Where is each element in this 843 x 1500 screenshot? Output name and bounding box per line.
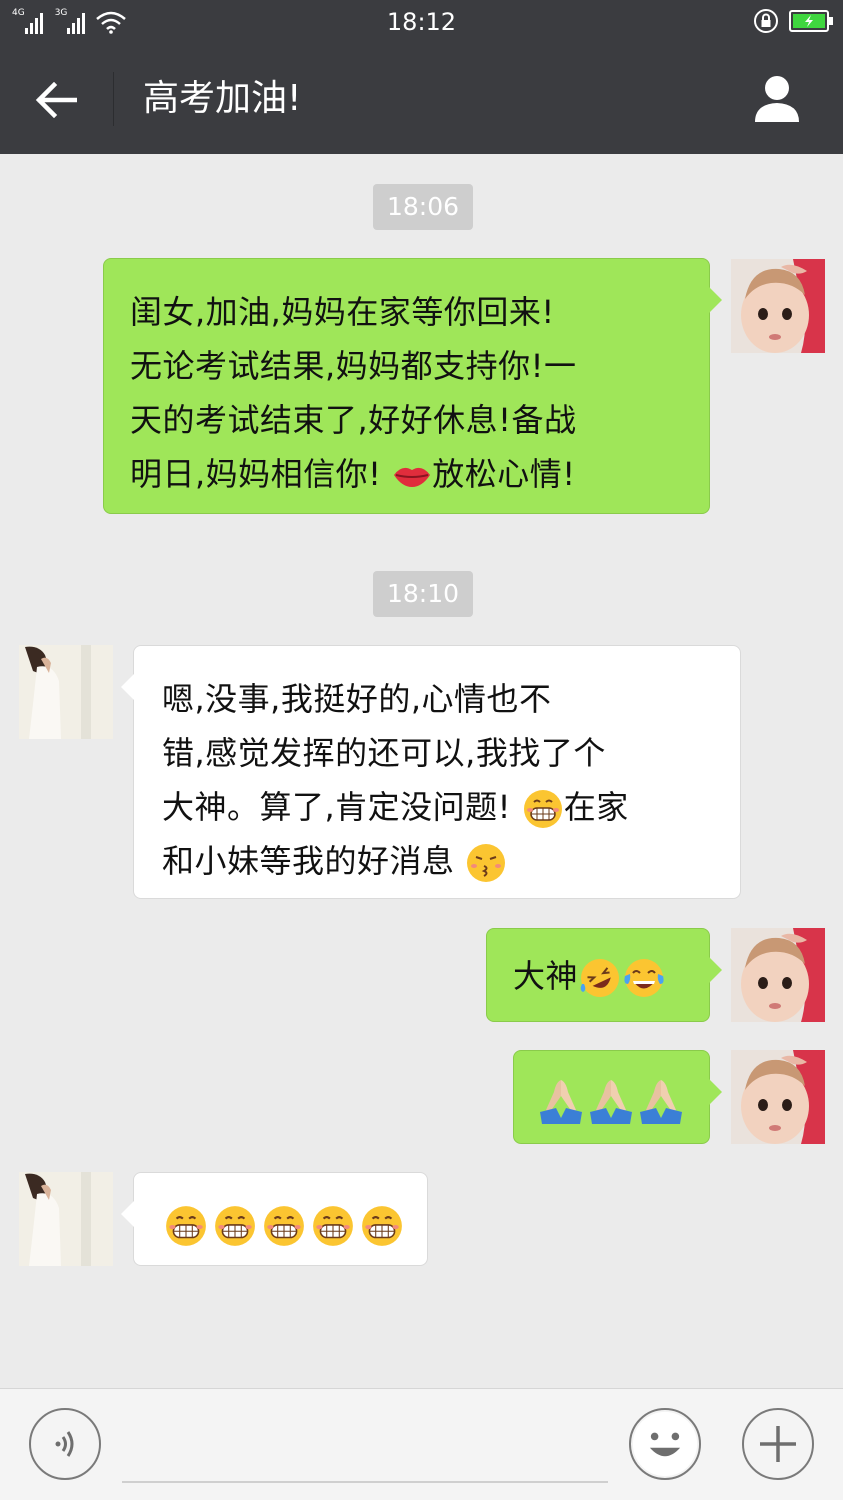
grin-emoji-icon xyxy=(215,1206,255,1246)
chat-info-button[interactable] xyxy=(751,72,803,124)
message-line: 天的考试结束了,好好休息!备战 xyxy=(130,401,577,439)
chat-area[interactable]: 18:06 闺女,加油,妈妈在家等你回来! 无论考试结果,妈妈都支持你!一 天的… xyxy=(0,154,843,1388)
voice-icon xyxy=(55,1431,74,1457)
message-input[interactable] xyxy=(122,1481,608,1483)
message-text: 大神 xyxy=(513,957,579,995)
received-message-bubble[interactable] xyxy=(121,1172,428,1266)
plus-icon xyxy=(760,1426,796,1462)
grin-emoji-icon xyxy=(313,1206,353,1246)
joy-emoji-icon xyxy=(624,959,664,997)
back-button[interactable] xyxy=(30,74,82,126)
message-line: 无论考试结果,妈妈都支持你!一 xyxy=(130,347,577,385)
pray-emoji-icon xyxy=(640,1080,682,1124)
title-divider xyxy=(113,72,114,126)
message-text: 明日,妈妈相信你! xyxy=(130,455,382,493)
lips-emoji-icon xyxy=(394,467,431,487)
message-line: 明日,妈妈相信你! 放松心情! xyxy=(130,447,709,501)
title-bar: 高考加油! xyxy=(0,44,843,154)
pray-emoji-icon xyxy=(590,1080,632,1124)
sent-message-bubble[interactable] xyxy=(513,1050,722,1144)
input-bar xyxy=(0,1388,843,1500)
arrow-left-icon xyxy=(35,82,77,118)
message-line: 大神。算了,肯定没问题! 在家 xyxy=(162,780,740,834)
clock: 18:12 xyxy=(386,8,457,36)
smiley-icon xyxy=(632,1411,698,1477)
message-line: 嗯,没事,我挺好的,心情也不 xyxy=(162,680,552,718)
received-message-bubble[interactable]: 嗯,没事,我挺好的,心情也不 错,感觉发挥的还可以,我找了个 大神。算了,肯定没… xyxy=(121,645,741,899)
message-line: 和小妹等我的好消息 xyxy=(162,834,740,888)
sent-message-bubble[interactable]: 大神 xyxy=(486,928,722,1022)
grin-emoji-icon xyxy=(166,1206,206,1246)
status-bar: 4G 3G 18:12 xyxy=(0,0,843,44)
message-line: 错,感觉发挥的还可以,我找了个 xyxy=(162,734,606,772)
battery-icon xyxy=(789,10,833,32)
avatar[interactable] xyxy=(731,1050,825,1144)
avatar[interactable] xyxy=(19,645,113,739)
more-button[interactable] xyxy=(742,1408,814,1480)
chat-title: 高考加油! xyxy=(143,78,302,119)
message-text: 和小妹等我的好消息 xyxy=(162,842,455,880)
kiss-emoji-icon xyxy=(467,844,506,882)
rofl-emoji-icon xyxy=(580,959,620,997)
sent-message-bubble[interactable]: 闺女,加油,妈妈在家等你回来! 无论考试结果,妈妈都支持你!一 天的考试结束了,… xyxy=(103,258,722,514)
timestamp: 18:06 xyxy=(373,184,474,230)
grin-emoji-icon xyxy=(523,790,562,828)
message-line: 闺女,加油,妈妈在家等你回来! xyxy=(130,293,555,331)
grin-emoji-icon xyxy=(264,1206,304,1246)
timestamp: 18:10 xyxy=(373,571,474,617)
person-icon xyxy=(755,76,799,122)
voice-button[interactable] xyxy=(29,1408,101,1480)
avatar[interactable] xyxy=(19,1172,113,1266)
avatar[interactable] xyxy=(731,259,825,353)
avatar[interactable] xyxy=(731,928,825,1022)
emoji-button[interactable] xyxy=(629,1408,701,1480)
message-text: 放松心情! xyxy=(432,455,576,493)
pray-emoji-icon xyxy=(540,1080,582,1124)
status-right xyxy=(753,8,833,34)
message-text: 在家 xyxy=(563,788,629,826)
message-text: 大神。算了,肯定没问题! xyxy=(162,788,512,826)
rotation-lock-icon xyxy=(754,9,778,33)
grin-emoji-icon xyxy=(362,1206,402,1246)
